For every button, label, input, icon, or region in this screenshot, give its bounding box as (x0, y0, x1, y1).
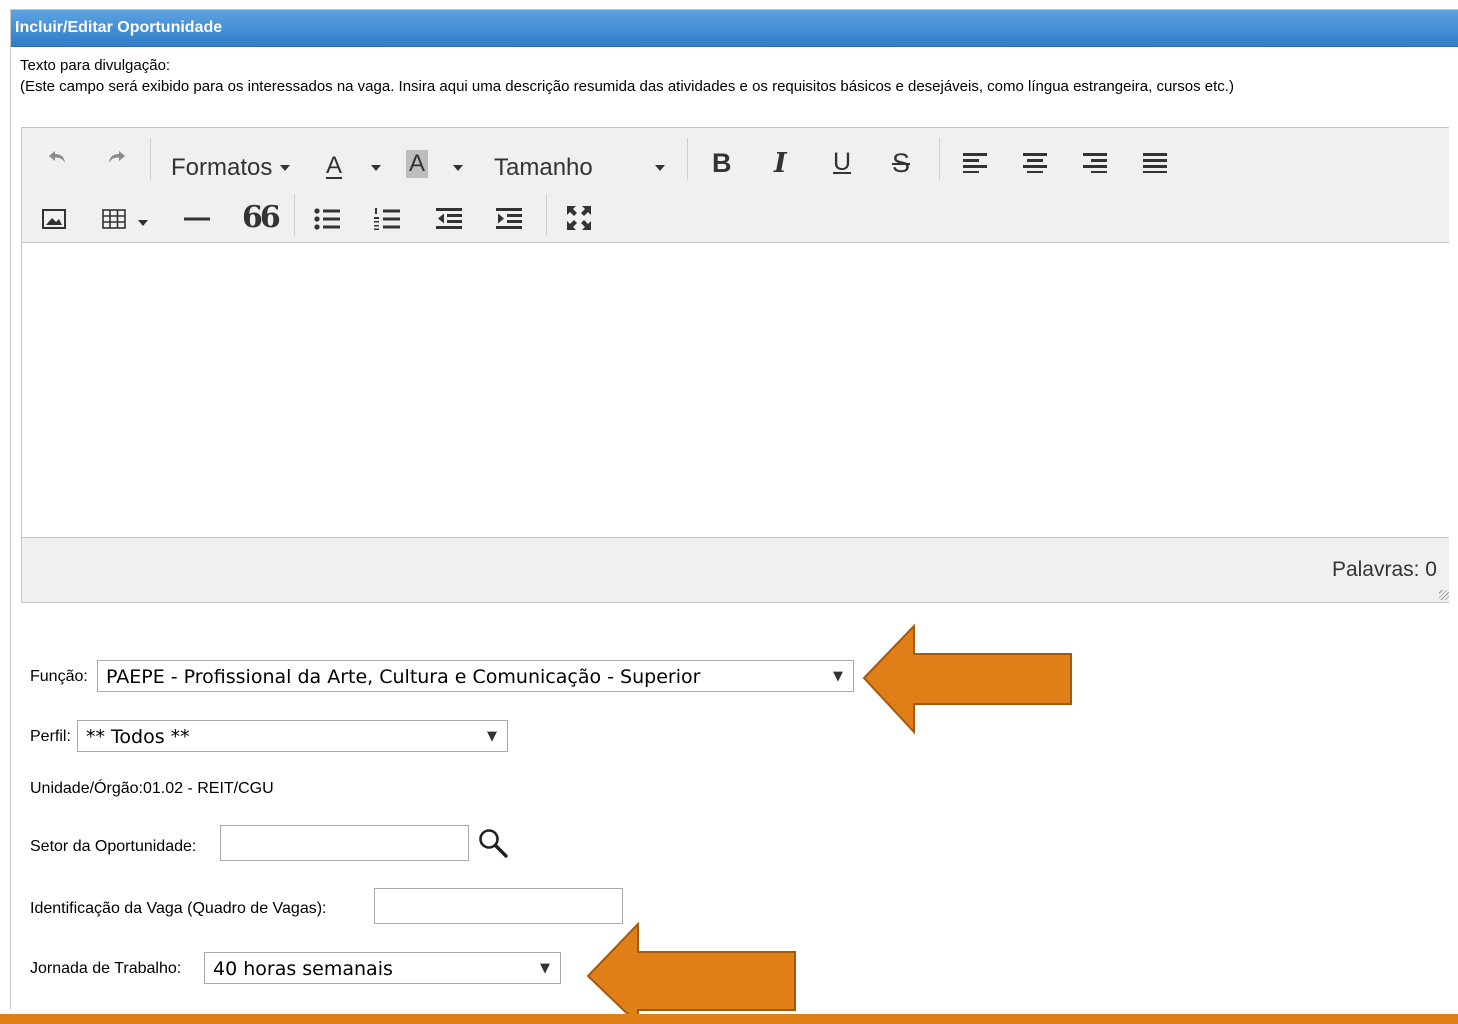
fullscreen-icon[interactable] (564, 204, 594, 232)
toolbar-separator (939, 138, 940, 180)
instructions-help: (Este campo será exibido para os interes… (20, 78, 1234, 95)
funcao-value: PAEPE - Profissional da Arte, Cultura e … (106, 666, 701, 688)
perfil-value: ** Todos ** (86, 726, 190, 748)
strikethrough-button[interactable]: S (892, 148, 910, 179)
annotation-arrow-jornada (586, 922, 796, 1024)
jornada-select[interactable]: 40 horas semanais ▼ (204, 952, 561, 984)
toolbar-separator (687, 138, 688, 180)
bottom-accent-bar (0, 1014, 1458, 1024)
align-right-icon[interactable] (1080, 150, 1110, 176)
annotation-arrow-funcao (862, 624, 1072, 735)
perfil-label: Perfil: (30, 728, 71, 745)
editor-content-area[interactable] (22, 243, 1449, 537)
bold-button[interactable]: B (712, 148, 732, 179)
unidade-text: Unidade/Órgão:01.02 - REIT/CGU (30, 780, 274, 797)
align-justify-icon[interactable] (1140, 150, 1170, 176)
italic-button[interactable]: I (774, 148, 787, 179)
chevron-down-icon: ▼ (540, 961, 550, 976)
background-color-button[interactable]: A (406, 150, 429, 178)
identificacao-input[interactable] (374, 888, 623, 924)
toolbar-separator (294, 194, 295, 236)
horizontal-rule-icon[interactable] (180, 206, 214, 232)
font-size-dropdown[interactable]: Tamanho (494, 154, 593, 182)
numbered-list-icon[interactable] (372, 206, 402, 232)
table-icon[interactable] (99, 206, 129, 232)
jornada-label: Jornada de Trabalho: (30, 960, 182, 977)
search-icon[interactable] (476, 826, 510, 860)
formats-caret-icon (280, 165, 290, 171)
rich-text-editor: Formatos A A Tamanho B I U S 66 Palavras… (21, 127, 1449, 603)
insert-image-icon[interactable] (40, 206, 68, 232)
font-color-button[interactable]: A (326, 152, 342, 180)
font-color-caret-icon[interactable] (371, 165, 381, 171)
instructions-label: Texto para divulgação: (20, 57, 171, 74)
resize-handle-icon[interactable] (1439, 590, 1449, 600)
underline-button[interactable]: U (833, 148, 851, 177)
font-size-caret-icon (655, 165, 665, 171)
identificacao-label: Identificação da Vaga (Quadro de Vagas): (30, 900, 327, 917)
instructions: Texto para divulgação: (Este campo será … (20, 55, 1440, 97)
background-color-caret-icon[interactable] (453, 165, 463, 171)
editor-statusbar: Palavras: 0 (22, 537, 1449, 602)
setor-input[interactable] (220, 825, 469, 861)
formats-dropdown[interactable]: Formatos (171, 154, 272, 182)
align-left-icon[interactable] (960, 150, 990, 176)
jornada-value: 40 horas semanais (213, 958, 393, 980)
chevron-down-icon: ▼ (833, 669, 843, 684)
bullet-list-icon[interactable] (312, 206, 342, 232)
toolbar-separator (546, 194, 547, 236)
funcao-label: Função: (30, 668, 88, 685)
editor-toolbar: Formatos A A Tamanho B I U S 66 (22, 128, 1449, 243)
toolbar-separator (150, 138, 151, 180)
indent-icon[interactable] (494, 206, 524, 232)
align-center-icon[interactable] (1020, 150, 1050, 176)
panel-titlebar: Incluir/Editar Oportunidade (11, 10, 1458, 47)
perfil-select[interactable]: ** Todos ** ▼ (77, 720, 508, 752)
blockquote-button[interactable]: 66 (242, 200, 281, 235)
setor-label: Setor da Oportunidade: (30, 838, 197, 855)
table-caret-icon[interactable] (138, 220, 148, 226)
undo-icon[interactable] (44, 142, 72, 172)
chevron-down-icon: ▼ (487, 729, 497, 744)
funcao-select[interactable]: PAEPE - Profissional da Arte, Cultura e … (97, 660, 854, 692)
redo-icon[interactable] (102, 142, 130, 172)
word-count: Palavras: 0 (1331, 558, 1437, 581)
panel-title: Incluir/Editar Oportunidade (15, 19, 223, 36)
outdent-icon[interactable] (434, 206, 464, 232)
